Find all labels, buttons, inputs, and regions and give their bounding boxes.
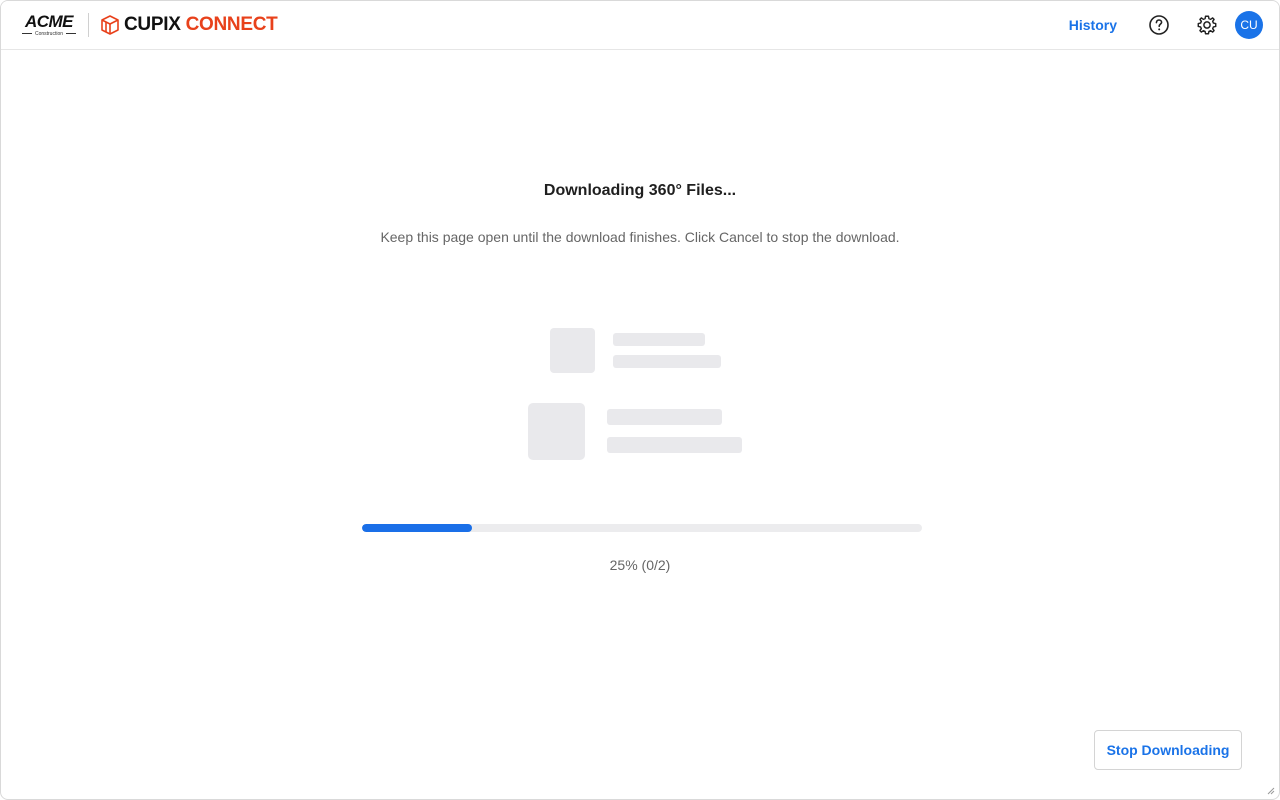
progress-label: 25% (0/2) (609, 557, 671, 573)
header-nav: History CU (1069, 11, 1263, 39)
resize-grip-icon[interactable] (1267, 787, 1275, 795)
user-avatar[interactable]: CU (1235, 11, 1263, 39)
page-subtitle: Keep this page open until the download f… (380, 229, 900, 245)
acme-logo: ACME Construction (19, 11, 79, 37)
brand-logos: ACME Construction CUPIX CONNECT (19, 11, 278, 39)
brand-divider (88, 13, 89, 37)
cupix-word: CUPIX (124, 14, 181, 35)
download-progress-bar (362, 524, 922, 532)
cupix-connect-logo: CUPIX CONNECT (98, 13, 278, 37)
help-circle-icon (1149, 15, 1169, 35)
skeleton-line (613, 333, 705, 346)
acme-wordmark: ACME (24, 11, 74, 31)
connect-word: CONNECT (185, 14, 278, 35)
cupix-mark-icon (101, 15, 119, 35)
settings-button[interactable] (1195, 13, 1219, 37)
help-button[interactable] (1147, 13, 1171, 37)
skeleton-line (607, 409, 722, 425)
app-window: ACME Construction CUPIX CONNECT History … (0, 0, 1280, 800)
top-header: ACME Construction CUPIX CONNECT History … (1, 1, 1279, 50)
skeleton-thumb-1 (550, 328, 595, 373)
skeleton-thumb-2 (528, 403, 585, 460)
page-title: Downloading 360° Files... (543, 182, 737, 199)
progress-fill (362, 524, 472, 532)
history-link[interactable]: History (1069, 17, 1117, 33)
download-illustration (501, 286, 861, 496)
acme-subtitle: Construction (34, 30, 64, 37)
gear-icon (1197, 15, 1217, 35)
skeleton-line (613, 355, 721, 368)
stop-downloading-button[interactable]: Stop Downloading (1094, 730, 1242, 770)
skeleton-line (607, 437, 742, 453)
